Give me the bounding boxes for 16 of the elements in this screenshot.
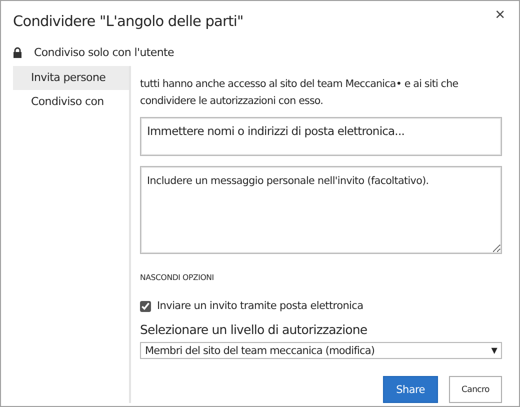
permission-dropdown[interactable]: Membri del sito del team meccanica (modifica) ▼ bbox=[140, 342, 502, 359]
sharing-status: Condiviso solo con l'utente bbox=[34, 46, 174, 59]
lock-icon bbox=[13, 47, 22, 58]
sidebar-item[interactable]: Condiviso con bbox=[13, 90, 129, 114]
close-button[interactable]: × bbox=[495, 5, 505, 25]
caret-icon: ▼ bbox=[491, 346, 497, 355]
invite-checkbox[interactable] bbox=[140, 300, 151, 312]
people-field[interactable]: Immettere nomi o indirizzi di posta elettronica... bbox=[140, 117, 502, 156]
checkbox-label: Inviare un invito tramite posta elettronica bbox=[157, 300, 364, 312]
message-field[interactable]: Includere un messaggio personale nell'invito (facoltativo). bbox=[140, 166, 502, 254]
permission-label: Selezionare un livello di autorizzazione bbox=[140, 322, 368, 337]
dialog-title: Condividere "L'angolo delle parti" bbox=[13, 13, 244, 32]
sidebar-item[interactable]: Invita persone bbox=[13, 66, 129, 90]
share-button[interactable]: Share bbox=[383, 376, 438, 403]
cancel-button[interactable]: Cancro bbox=[449, 376, 502, 403]
intro-text: tutti hanno anche accesso al sito del team Meccanica• e ai siti che condividere le autorizzazioni con esso. bbox=[140, 77, 460, 109]
